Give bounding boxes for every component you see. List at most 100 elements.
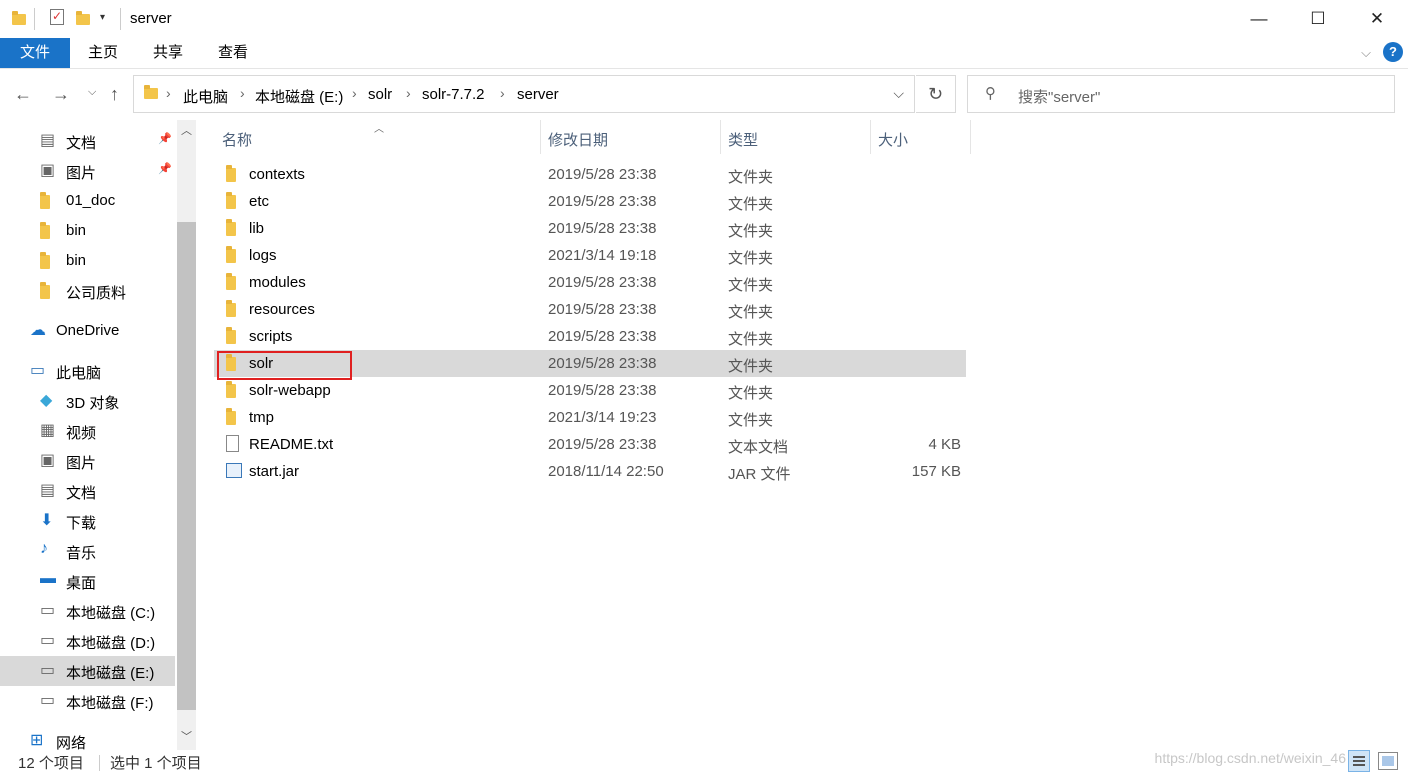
pin-icon[interactable]: 📌 (158, 162, 172, 175)
tab-file[interactable]: 文件 (0, 38, 70, 68)
scroll-down-icon[interactable]: ﹀ (181, 728, 192, 744)
column-header-date[interactable]: 修改日期 (548, 129, 608, 150)
sidebar-item[interactable]: ▣ 图片 (0, 446, 175, 476)
column-header-type[interactable]: 类型 (728, 129, 758, 150)
breadcrumb-server[interactable]: server (517, 86, 559, 103)
sidebar-item-label: 图片 (66, 455, 97, 472)
column-divider[interactable] (720, 120, 721, 154)
file-date: 2019/5/28 23:38 (548, 220, 657, 237)
sidebar-item[interactable]: ▤ 文档 (0, 476, 175, 506)
details-view-button[interactable] (1348, 750, 1370, 772)
file-row[interactable]: tmp 2021/3/14 19:23 文件夹 (214, 404, 966, 431)
sidebar-item[interactable]: ◆ 3D 对象 (0, 386, 175, 416)
folder-icon (226, 219, 236, 236)
chevron-right-icon[interactable]: › (500, 85, 505, 101)
tab-view[interactable]: 查看 (215, 38, 251, 68)
sidebar-item-label: 音乐 (66, 545, 97, 562)
new-folder-icon[interactable] (76, 10, 90, 28)
sidebar-item-label: 本地磁盘 (D:) (66, 635, 156, 652)
chevron-right-icon[interactable]: › (240, 85, 245, 101)
sidebar-item[interactable]: ⬇ 下载 (0, 506, 175, 536)
scrollbar-thumb[interactable] (177, 222, 196, 710)
file-row[interactable]: lib 2019/5/28 23:38 文件夹 (214, 215, 966, 242)
file-row[interactable]: logs 2021/3/14 19:18 文件夹 (214, 242, 966, 269)
sidebar-item[interactable]: ▦ 视频 (0, 416, 175, 446)
large-icons-view-button[interactable] (1378, 752, 1398, 770)
address-bar[interactable]: › 此电脑 › 本地磁盘 (E:) › solr › solr-7.7.2 › … (133, 75, 915, 113)
properties-icon[interactable]: ✓ (50, 9, 64, 25)
file-type: 文本文档 (728, 439, 789, 456)
file-row[interactable]: etc 2019/5/28 23:38 文件夹 (214, 188, 966, 215)
sidebar-item[interactable]: ▭ 本地磁盘 (C:) (0, 596, 175, 626)
expand-ribbon-icon[interactable]: ⌵ (1356, 38, 1376, 68)
folder-icon (226, 327, 236, 344)
up-arrow-icon[interactable]: ↑ (110, 84, 119, 105)
tab-home[interactable]: 主页 (85, 38, 121, 68)
recent-locations-icon[interactable]: ⌵ (88, 86, 96, 99)
forward-arrow-icon[interactable]: → (52, 84, 70, 105)
file-row[interactable]: resources 2019/5/28 23:38 文件夹 (214, 296, 966, 323)
file-date: 2019/5/28 23:38 (548, 301, 657, 318)
column-header-size[interactable]: 大小 (878, 129, 908, 150)
separator (99, 755, 100, 771)
breadcrumb-solr-7-7-2[interactable]: solr-7.7.2 (422, 86, 485, 103)
sidebar-item[interactable]: 公司质料 (0, 276, 175, 306)
column-divider[interactable] (870, 120, 871, 154)
sidebar-item[interactable]: ☁ OneDrive (0, 316, 175, 346)
separator (120, 8, 121, 30)
sidebar-item-label: OneDrive (56, 322, 120, 339)
help-icon[interactable]: ? (1383, 42, 1403, 62)
chevron-right-icon[interactable]: › (352, 85, 357, 101)
tab-share[interactable]: 共享 (150, 38, 186, 68)
pin-icon[interactable]: 📌 (158, 132, 172, 145)
close-button[interactable]: ✕ (1354, 0, 1400, 38)
file-type: 文件夹 (728, 250, 774, 267)
minimize-button[interactable]: — (1236, 0, 1282, 38)
sidebar-item[interactable]: ▭ 本地磁盘 (F:) (0, 686, 175, 716)
file-row[interactable]: scripts 2019/5/28 23:38 文件夹 (214, 323, 966, 350)
file-row[interactable]: solr-webapp 2019/5/28 23:38 文件夹 (214, 377, 966, 404)
column-header-name[interactable]: 名称 (222, 129, 252, 150)
sidebar-item[interactable]: ▤ 文档 📌 (0, 126, 175, 156)
column-divider[interactable] (540, 120, 541, 154)
search-input[interactable]: ⚲ 搜索"server" (967, 75, 1395, 113)
file-row[interactable]: contexts 2019/5/28 23:38 文件夹 (214, 161, 966, 188)
chevron-down-icon[interactable]: ⌵ (893, 85, 904, 102)
folder-icon (226, 273, 236, 290)
file-date: 2021/3/14 19:18 (548, 247, 657, 264)
file-type: 文件夹 (728, 277, 774, 294)
file-type: 文件夹 (728, 169, 774, 186)
scroll-up-icon[interactable]: ︿ (181, 122, 192, 138)
column-divider[interactable] (970, 120, 971, 154)
file-row[interactable]: start.jar 2018/11/14 22:50 JAR 文件 157 KB (214, 458, 966, 485)
refresh-button[interactable]: ↻ (916, 75, 956, 113)
file-name: contexts (249, 166, 305, 183)
breadcrumb-drive-e[interactable]: 本地磁盘 (E:) (255, 86, 343, 107)
sidebar-item[interactable]: ▣ 图片 📌 (0, 156, 175, 186)
file-type: 文件夹 (728, 223, 774, 240)
chevron-right-icon[interactable]: › (166, 85, 171, 101)
sort-ascending-icon: ︿ (374, 124, 384, 135)
sidebar-item[interactable]: ▭ 本地磁盘 (D:) (0, 626, 175, 656)
breadcrumb-solr[interactable]: solr (368, 86, 392, 103)
sidebar-item[interactable]: ▬ 桌面 (0, 566, 175, 596)
sidebar-item[interactable]: bin (0, 216, 175, 246)
sidebar-item[interactable]: ♪ 音乐 (0, 536, 175, 566)
file-name: start.jar (249, 463, 300, 480)
maximize-button[interactable]: ☐ (1295, 0, 1341, 38)
sidebar-item[interactable]: bin (0, 246, 175, 276)
file-date: 2021/3/14 19:23 (548, 409, 657, 426)
sidebar-item[interactable]: 01_doc (0, 186, 175, 216)
file-date: 2019/5/28 23:38 (548, 274, 657, 291)
file-row[interactable]: README.txt 2019/5/28 23:38 文本文档 4 KB (214, 431, 966, 458)
back-arrow-icon[interactable]: ← (14, 84, 32, 105)
folder-icon (144, 85, 158, 99)
chevron-right-icon[interactable]: › (406, 85, 411, 101)
sidebar-item[interactable]: ▭ 本地磁盘 (E:) (0, 656, 175, 686)
breadcrumb-this-pc[interactable]: 此电脑 (183, 86, 228, 107)
details-view-icon (1353, 756, 1365, 758)
folder-icon (226, 408, 236, 425)
file-row[interactable]: modules 2019/5/28 23:38 文件夹 (214, 269, 966, 296)
sidebar-item[interactable]: ▭ 此电脑 (0, 356, 175, 386)
customize-toolbar-icon[interactable]: ▾ (100, 12, 105, 30)
